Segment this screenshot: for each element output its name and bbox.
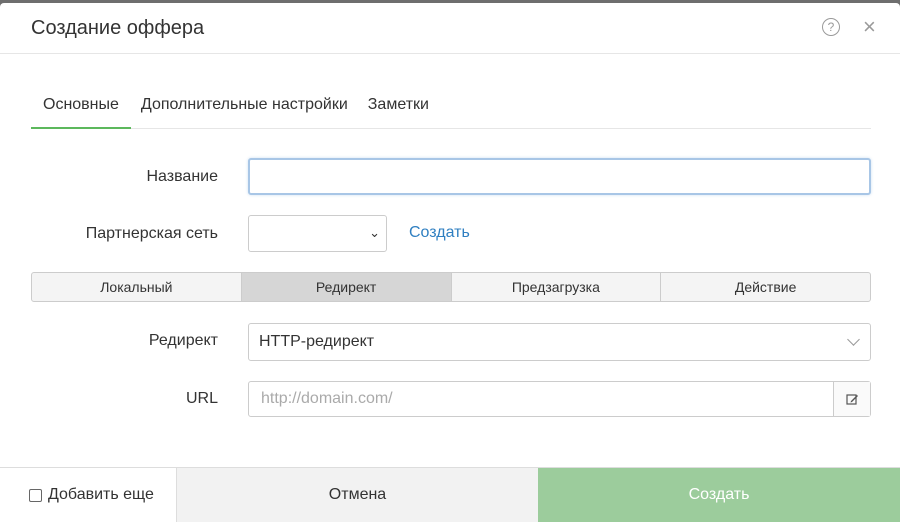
url-input-group: http://domain.com/ [248, 381, 871, 417]
network-select[interactable]: ⌄ [248, 215, 387, 252]
redirect-label: Редирект [148, 332, 218, 349]
network-label: Партнерская сеть [85, 225, 218, 242]
add-more-label: Добавить еще [48, 486, 154, 503]
question-circle-icon[interactable]: ? [822, 18, 840, 36]
dialog-header: Создание оффера ? × [0, 3, 900, 54]
add-more-checkbox[interactable] [29, 488, 42, 502]
redirect-type-select[interactable]: HTTP-редирект [248, 323, 871, 361]
mode-redirect[interactable]: Редирект [241, 273, 452, 301]
url-input[interactable]: http://domain.com/ [249, 382, 833, 416]
tab-notes[interactable]: Заметки [358, 79, 439, 129]
mode-preload[interactable]: Предзагрузка [452, 273, 662, 301]
name-label: Название [146, 168, 219, 185]
dialog-title: Создание оффера [31, 17, 205, 39]
create-button[interactable]: Создать [538, 468, 900, 522]
add-more-option[interactable]: Добавить еще [0, 468, 177, 522]
chevron-down-icon [847, 333, 860, 346]
mode-local[interactable]: Локальный [32, 273, 242, 301]
cancel-button[interactable]: Отмена [177, 468, 538, 522]
mode-action[interactable]: Действие [661, 273, 870, 301]
tab-advanced-settings[interactable]: Дополнительные настройки [131, 79, 358, 129]
url-edit-button[interactable] [833, 382, 870, 416]
create-network-link[interactable]: Создать [409, 224, 470, 242]
dialog-footer: Добавить еще Отмена Создать [0, 467, 900, 522]
chevron-down-icon: ⌄ [369, 225, 380, 240]
tab-main[interactable]: Основные [31, 79, 131, 129]
create-offer-dialog: Создание оффера ? × Основные Дополнитель… [0, 3, 900, 522]
offer-type-switch: Локальный Редирект Предзагрузка Действие [31, 272, 871, 302]
name-input[interactable] [248, 158, 871, 195]
tab-bar: Основные Дополнительные настройки Заметк… [31, 79, 871, 129]
edit-icon [846, 394, 858, 405]
close-icon[interactable]: × [863, 16, 876, 38]
redirect-type-value: HTTP-редирект [259, 333, 375, 350]
url-label: URL [185, 390, 218, 407]
